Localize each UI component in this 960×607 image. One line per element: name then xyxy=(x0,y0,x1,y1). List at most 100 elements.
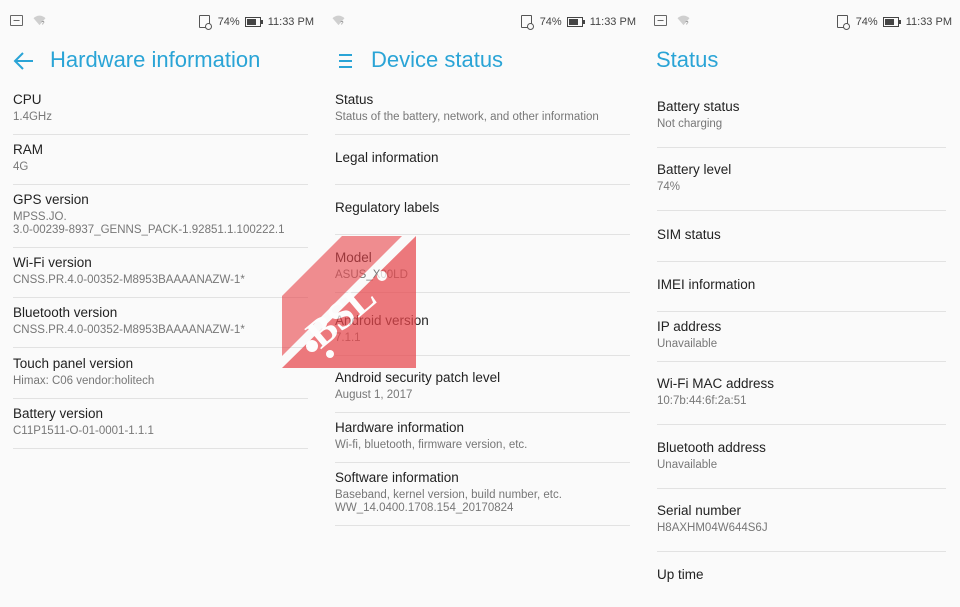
list-item-subtitle: C11P1511-O-01-0001-1.1.1 xyxy=(13,425,154,437)
status-bar: ? 74% 11:33 PM xyxy=(0,12,322,32)
list-item-imei-information[interactable]: IMEI information xyxy=(657,277,946,312)
list-item-subtitle: Unavailable xyxy=(657,338,718,350)
list-item-title: Battery level xyxy=(657,162,732,177)
list-item-software-information[interactable]: Software information Baseband, kernel ver… xyxy=(335,470,630,526)
list-item-android-security-patch-level[interactable]: Android security patch level August 1, 20… xyxy=(335,370,630,413)
list-item-battery-level[interactable]: Battery level 74% xyxy=(657,162,946,211)
list-item-title: Battery version xyxy=(13,406,104,421)
list-item-title: Bluetooth version xyxy=(13,305,118,320)
image-notification-icon xyxy=(654,15,667,26)
list-item-title: SIM status xyxy=(657,227,721,242)
list-item-title: IP address xyxy=(657,319,722,334)
list-item-legal-information[interactable]: Legal information xyxy=(335,150,630,185)
status-bar: ? 74% 11:33 PM xyxy=(322,12,644,32)
list-item-subtitle: 74% xyxy=(657,181,681,193)
svg-text:?: ? xyxy=(340,21,343,26)
list-item-title: Serial number xyxy=(657,503,742,518)
list-item-gps-version[interactable]: GPS version MPSS.JO. 3.0-00239-8937_GENNS… xyxy=(13,192,308,248)
list-item-wi-fi-mac-address[interactable]: Wi-Fi MAC address 10:7b:44:6f:2a:51 xyxy=(657,376,946,425)
battery-icon xyxy=(882,16,901,27)
app-bar: Device status xyxy=(322,44,644,78)
list-item-regulatory-labels[interactable]: Regulatory labels xyxy=(335,200,630,235)
list-item-subtitle: 7.1.1 xyxy=(335,332,361,344)
data-saver-icon xyxy=(836,15,850,30)
data-saver-icon xyxy=(198,15,212,30)
list-item-ip-address[interactable]: IP address Unavailable xyxy=(657,319,946,362)
list-item-title: Software information xyxy=(335,470,459,485)
list-item-subtitle: CNSS.PR.4.0-00352-M8953BAAAANAZW-1* xyxy=(13,274,245,286)
battery-percent: 74% xyxy=(539,15,562,28)
list-item-title: IMEI information xyxy=(657,277,756,292)
list-item-wi-fi-version[interactable]: Wi-Fi version CNSS.PR.4.0-00352-M8953BAAA… xyxy=(13,255,308,298)
list-item-ram[interactable]: RAM 4G xyxy=(13,142,308,185)
list-item-subtitle: Status of the battery, network, and othe… xyxy=(335,111,599,123)
image-notification-icon xyxy=(10,15,23,26)
list-item-title: CPU xyxy=(13,92,42,107)
list-item-title: Android security patch level xyxy=(335,370,501,385)
menu-icon[interactable] xyxy=(334,49,358,73)
list-item-subtitle: August 1, 2017 xyxy=(335,389,413,401)
list-item-title: Android version xyxy=(335,313,429,328)
back-arrow-icon[interactable] xyxy=(12,49,36,73)
svg-text:?: ? xyxy=(41,21,44,26)
list-item-title: GPS version xyxy=(13,192,89,207)
list-item-title: Wi-Fi MAC address xyxy=(657,376,775,391)
page-title: Hardware information xyxy=(50,47,261,72)
clock: 11:33 PM xyxy=(905,15,952,28)
list-item-title: RAM xyxy=(13,142,43,157)
list-item-touch-panel-version[interactable]: Touch panel version Himax: C06 vendor:hol… xyxy=(13,356,308,399)
battery-percent: 74% xyxy=(217,15,240,28)
list-item-title: Touch panel version xyxy=(13,356,134,371)
list-item-model[interactable]: Model ASUS_X00LD xyxy=(335,250,630,293)
list-item-title: Battery status xyxy=(657,99,740,114)
data-saver-icon xyxy=(520,15,534,30)
list-item-bluetooth-version[interactable]: Bluetooth version CNSS.PR.4.0-00352-M8953… xyxy=(13,305,308,348)
wifi-icon: ? xyxy=(332,15,345,26)
list-item-subtitle: CNSS.PR.4.0-00352-M8953BAAAANAZW-1* xyxy=(13,324,245,336)
list-item-subtitle: 1.4GHz xyxy=(13,111,52,123)
battery-icon xyxy=(244,16,263,27)
list-item-hardware-information[interactable]: Hardware information Wi-fi, bluetooth, fi… xyxy=(335,420,630,463)
list-item-title: Status xyxy=(335,92,374,107)
list-item-subtitle: H8AXHM04W644S6J xyxy=(657,522,768,534)
list-item-serial-number[interactable]: Serial number H8AXHM04W644S6J xyxy=(657,503,946,552)
wifi-icon: ? xyxy=(33,15,46,26)
clock: 11:33 PM xyxy=(267,15,314,28)
list-item-title: Legal information xyxy=(335,150,439,165)
list-item-battery-version[interactable]: Battery version C11P1511-O-01-0001-1.1.1 xyxy=(13,406,308,449)
svg-text:?: ? xyxy=(685,21,688,26)
list-item-subtitle: Unavailable xyxy=(657,459,718,471)
list-item-status[interactable]: Status Status of the battery, network, an… xyxy=(335,92,630,135)
battery-icon xyxy=(566,16,585,27)
hardware-information-screen: ? 74% 11:33 PM Hardware information CPU 1… xyxy=(0,0,322,607)
list-item-cpu[interactable]: CPU 1.4GHz xyxy=(13,92,308,135)
list-item-sim-status[interactable]: SIM status xyxy=(657,227,946,262)
list-item-subtitle: Not charging xyxy=(657,118,723,130)
status-screen: ? 74% 11:33 PM Status Battery status Not … xyxy=(644,0,960,607)
list-item-title: Wi-Fi version xyxy=(13,255,92,270)
app-bar: Hardware information xyxy=(0,44,322,78)
app-bar: Status xyxy=(644,44,960,78)
page-title: Status xyxy=(656,47,719,72)
list-item-bluetooth-address[interactable]: Bluetooth address Unavailable xyxy=(657,440,946,489)
list-item-subtitle: ASUS_X00LD xyxy=(335,269,408,281)
list-item-title: Regulatory labels xyxy=(335,200,440,215)
list-item-title: Model xyxy=(335,250,372,265)
list-item-subtitle: Wi-fi, bluetooth, firmware version, etc. xyxy=(335,439,528,451)
page-title: Device status xyxy=(371,47,504,72)
list-item-subtitle: Himax: C06 vendor:holitech xyxy=(13,375,155,387)
device-status-screen: ? 74% 11:33 PM Device status Status Statu… xyxy=(322,0,644,607)
clock: 11:33 PM xyxy=(589,15,636,28)
list-item-battery-status[interactable]: Battery status Not charging xyxy=(657,99,946,148)
list-item-android-version[interactable]: Android version 7.1.1 xyxy=(335,313,630,356)
list-item-subtitle: 10:7b:44:6f:2a:51 xyxy=(657,395,747,407)
list-item-subtitle: 4G xyxy=(13,161,29,173)
list-item-title: Bluetooth address xyxy=(657,440,766,455)
list-item-title: Hardware information xyxy=(335,420,465,435)
battery-percent: 74% xyxy=(855,15,878,28)
list-item-title: Up time xyxy=(657,567,704,582)
list-item-subtitle: Baseband, kernel version, build number, … xyxy=(335,489,562,514)
list-item-subtitle: MPSS.JO. 3.0-00239-8937_GENNS_PACK-1.928… xyxy=(13,211,285,236)
status-bar: ? 74% 11:33 PM xyxy=(644,12,960,32)
list-item-up-time[interactable]: Up time xyxy=(657,567,946,597)
